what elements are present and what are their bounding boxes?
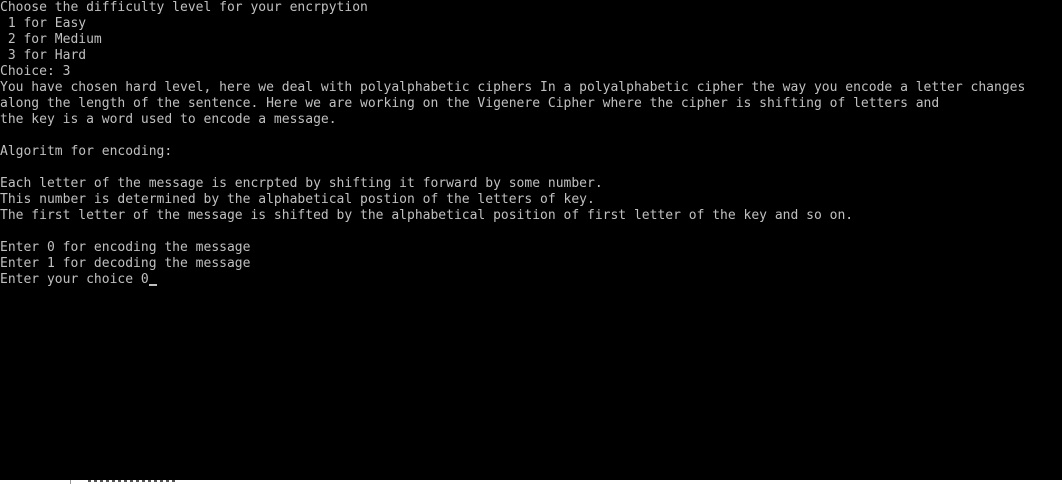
console-line: This number is determined by the alphabe… bbox=[0, 192, 595, 207]
taskbar-item-edge bbox=[88, 480, 178, 482]
text-cursor bbox=[148, 284, 157, 286]
console-line: Choice: 3 bbox=[0, 64, 71, 79]
console-line: Enter 1 for decoding the message bbox=[0, 256, 251, 271]
console-line: Each letter of the message is encrpted b… bbox=[0, 176, 603, 191]
console-line: 2 for Medium bbox=[0, 32, 102, 47]
taskbar-divider bbox=[70, 480, 71, 484]
console-line: 1 for Easy bbox=[0, 16, 87, 31]
console-input-value[interactable]: 0 bbox=[141, 272, 149, 287]
console-line: The first letter of the message is shift… bbox=[0, 208, 854, 223]
console-line: 3 for Hard bbox=[0, 48, 87, 63]
console-line: Enter 0 for encoding the message bbox=[0, 240, 251, 255]
console-line: Algoritm for encoding: bbox=[0, 144, 173, 159]
console-prompt-line[interactable]: Enter your choice 0 bbox=[0, 272, 157, 288]
console-prompt: Enter your choice bbox=[0, 272, 141, 287]
console-window[interactable]: Choose the difficulty level for your enc… bbox=[0, 0, 1062, 480]
console-line: You have chosen hard level, here we deal… bbox=[0, 80, 1026, 95]
console-line: Choose the difficulty level for your enc… bbox=[0, 0, 368, 15]
console-line: the key is a word used to encode a messa… bbox=[0, 112, 337, 127]
taskbar-edge bbox=[0, 480, 1062, 484]
console-line: along the length of the sentence. Here w… bbox=[0, 96, 940, 111]
